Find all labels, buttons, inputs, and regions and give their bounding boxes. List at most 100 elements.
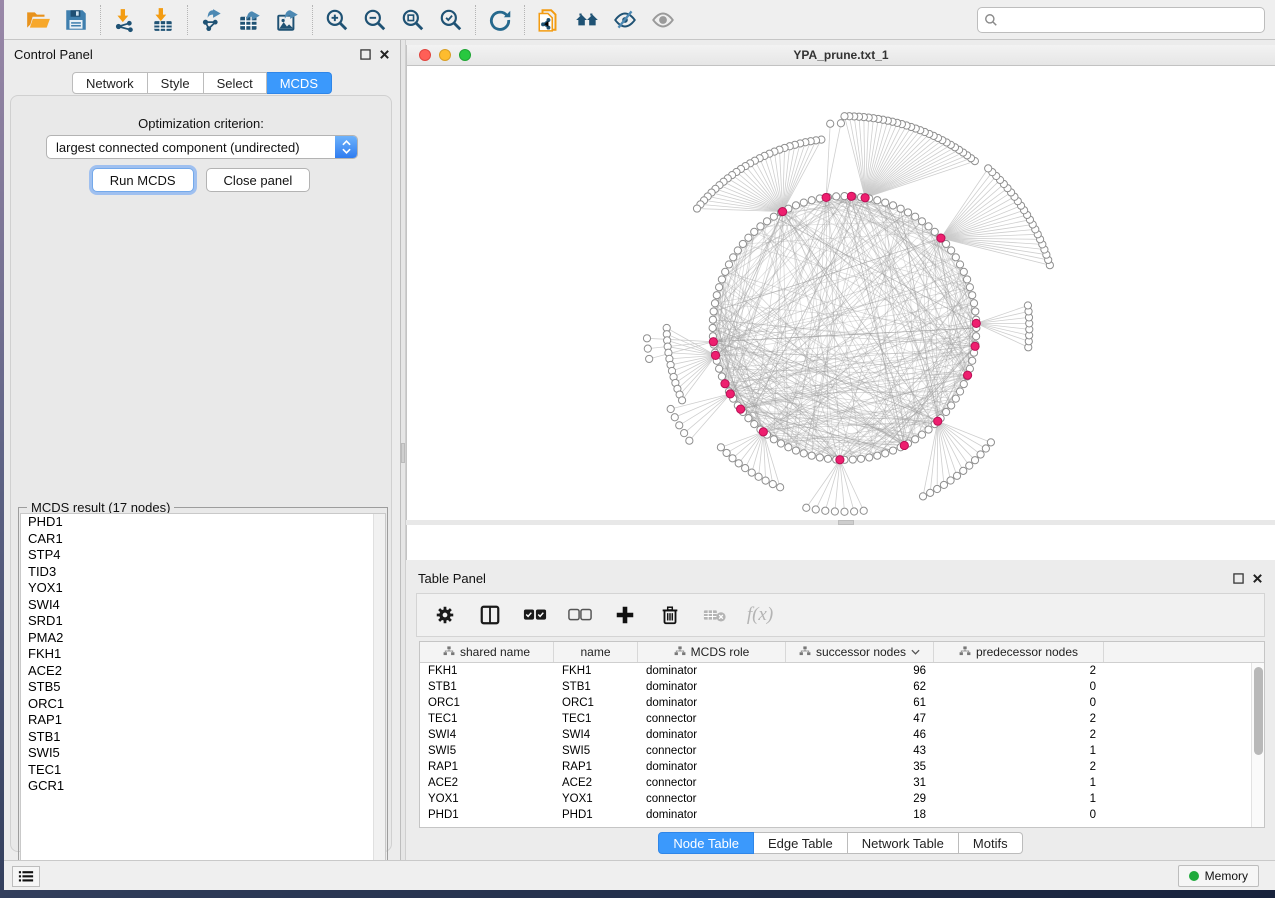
float-panel-icon[interactable]: [360, 49, 371, 60]
graph-node[interactable]: [711, 300, 718, 307]
graph-node[interactable]: [970, 300, 977, 307]
mcds-node[interactable]: [822, 193, 830, 201]
graph-node[interactable]: [849, 456, 856, 463]
graph-node[interactable]: [904, 209, 911, 216]
graph-leaf-node[interactable]: [755, 473, 762, 480]
graph-node[interactable]: [956, 261, 963, 268]
graph-node[interactable]: [718, 276, 725, 283]
delete-icon[interactable]: [656, 601, 684, 629]
mcds-node[interactable]: [847, 192, 855, 200]
graph-node[interactable]: [734, 247, 741, 254]
graph-node[interactable]: [918, 431, 925, 438]
graph-leaf-node[interactable]: [971, 457, 978, 464]
graph-node[interactable]: [931, 228, 938, 235]
graph-leaf-node[interactable]: [919, 493, 926, 500]
graph-node[interactable]: [745, 234, 752, 241]
graph-leaf-node[interactable]: [681, 430, 688, 437]
refresh-icon[interactable]: [485, 5, 515, 35]
add-icon[interactable]: [611, 601, 639, 629]
graph-leaf-node[interactable]: [966, 462, 973, 469]
tab-mcds[interactable]: MCDS: [267, 72, 332, 94]
graph-leaf-node[interactable]: [686, 437, 693, 444]
mcds-node[interactable]: [737, 405, 745, 413]
table-row[interactable]: YOX1YOX1connector291: [420, 791, 1251, 807]
memory-button[interactable]: Memory: [1178, 865, 1259, 887]
export-image-icon[interactable]: [273, 5, 303, 35]
network-file-share-icon[interactable]: [534, 5, 564, 35]
criterion-select[interactable]: largest connected component (undirected): [46, 135, 358, 159]
column-header-predecessor-nodes[interactable]: predecessor nodes: [934, 642, 1104, 662]
mcds-node[interactable]: [726, 390, 734, 398]
graph-leaf-node[interactable]: [841, 113, 848, 120]
table-row[interactable]: FKH1FKH1dominator962: [420, 663, 1251, 679]
graph-node[interactable]: [763, 218, 770, 225]
horizontal-splitter-handle[interactable]: [838, 520, 854, 525]
float-panel-icon[interactable]: [1233, 573, 1244, 584]
graph-node[interactable]: [751, 420, 758, 427]
graph-leaf-node[interactable]: [723, 449, 730, 456]
mcds-node[interactable]: [972, 319, 980, 327]
graph-node[interactable]: [716, 365, 723, 372]
tab-network-table[interactable]: Network Table: [848, 832, 959, 854]
graph-node[interactable]: [722, 268, 729, 275]
graph-node[interactable]: [925, 426, 932, 433]
graph-node[interactable]: [972, 308, 979, 315]
mcds-node[interactable]: [779, 207, 787, 215]
graph-node[interactable]: [874, 197, 881, 204]
mcds-result-item[interactable]: CAR1: [21, 531, 385, 548]
graph-leaf-node[interactable]: [985, 165, 992, 172]
mcds-result-item[interactable]: RAP1: [21, 712, 385, 729]
graph-leaf-node[interactable]: [982, 445, 989, 452]
column-header-MCDS-role[interactable]: MCDS role: [638, 642, 786, 662]
graph-node[interactable]: [912, 436, 919, 443]
zoom-selected-icon[interactable]: [436, 5, 466, 35]
mcds-result-item[interactable]: PMA2: [21, 630, 385, 647]
mcds-node[interactable]: [861, 194, 869, 202]
zoom-in-icon[interactable]: [322, 5, 352, 35]
mcds-result-item[interactable]: STB5: [21, 679, 385, 696]
graph-node[interactable]: [833, 193, 840, 200]
graph-leaf-node[interactable]: [953, 472, 960, 479]
graph-node[interactable]: [960, 268, 967, 275]
graph-node[interactable]: [800, 199, 807, 206]
tab-motifs[interactable]: Motifs: [959, 832, 1023, 854]
graph-leaf-node[interactable]: [644, 345, 651, 352]
graph-node[interactable]: [889, 202, 896, 209]
graph-leaf-node[interactable]: [940, 481, 947, 488]
graph-node[interactable]: [942, 408, 949, 415]
graph-node[interactable]: [963, 276, 970, 283]
graph-node[interactable]: [808, 197, 815, 204]
table-row[interactable]: PHD1PHD1dominator180: [420, 807, 1251, 823]
mcds-node[interactable]: [836, 456, 844, 464]
network-graph-canvas[interactable]: [407, 66, 1275, 559]
graph-node[interactable]: [709, 324, 716, 331]
graph-node[interactable]: [866, 454, 873, 461]
graph-node[interactable]: [824, 455, 831, 462]
graph-node[interactable]: [948, 247, 955, 254]
graph-node[interactable]: [709, 316, 716, 323]
show-details-icon[interactable]: [648, 5, 678, 35]
graph-node[interactable]: [792, 202, 799, 209]
mcds-result-item[interactable]: SWI4: [21, 597, 385, 614]
graph-node[interactable]: [966, 284, 973, 291]
export-network-icon[interactable]: [197, 5, 227, 35]
graph-leaf-node[interactable]: [646, 355, 653, 362]
graph-leaf-node[interactable]: [927, 489, 934, 496]
mcds-result-item[interactable]: STB1: [21, 729, 385, 746]
graph-leaf-node[interactable]: [822, 507, 829, 514]
run-mcds-button[interactable]: Run MCDS: [92, 168, 194, 192]
graph-leaf-node[interactable]: [643, 335, 650, 342]
graph-node[interactable]: [710, 308, 717, 315]
mcds-node[interactable]: [963, 371, 971, 379]
import-network-icon[interactable]: [110, 5, 140, 35]
tab-network[interactable]: Network: [72, 72, 148, 94]
graph-node[interactable]: [882, 450, 889, 457]
mcds-node[interactable]: [711, 351, 719, 359]
result-list-scrollbar[interactable]: [373, 514, 385, 870]
graph-leaf-node[interactable]: [671, 414, 678, 421]
home-networks-icon[interactable]: [572, 5, 602, 35]
table-scrollbar-thumb[interactable]: [1254, 667, 1263, 755]
graph-node[interactable]: [730, 254, 737, 261]
graph-leaf-node[interactable]: [693, 205, 700, 212]
graph-leaf-node[interactable]: [977, 451, 984, 458]
